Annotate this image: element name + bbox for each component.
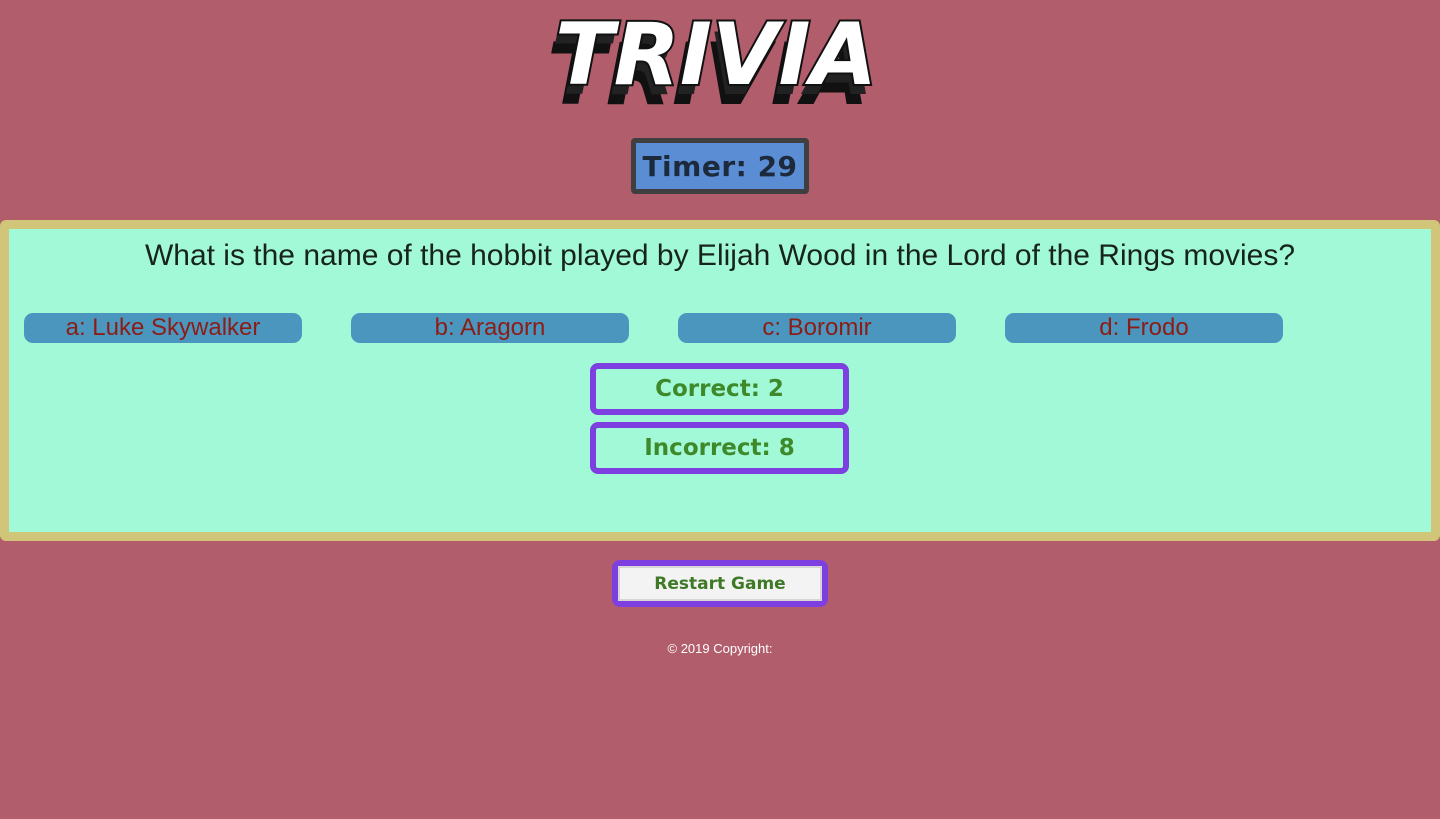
answer-button-c[interactable]: c: Boromir <box>678 313 956 343</box>
timer-display: Timer: 29 <box>631 138 809 194</box>
answer-button-a[interactable]: a: Luke Skywalker <box>24 313 302 343</box>
correct-count: Correct: 2 <box>590 363 849 415</box>
answer-button-b[interactable]: b: Aragorn <box>351 313 629 343</box>
restart-game-button[interactable]: Restart Game <box>618 566 822 601</box>
correct-label: Correct: 2 <box>655 376 784 402</box>
question-panel: What is the name of the hobbit played by… <box>0 220 1440 541</box>
answer-button-d[interactable]: d: Frodo <box>1005 313 1283 343</box>
trivia-logo-text: TRIVIA <box>555 18 877 105</box>
restart-button-frame: Restart Game <box>612 560 828 607</box>
trivia-logo: TRIVIA TRIVIA TRIVIA <box>515 18 917 122</box>
timer-label: Timer: 29 <box>642 149 798 183</box>
incorrect-label: Incorrect: 8 <box>644 435 795 461</box>
incorrect-count: Incorrect: 8 <box>590 422 849 474</box>
copyright-footer: © 2019 Copyright: <box>667 641 773 656</box>
question-text: What is the name of the hobbit played by… <box>144 239 1296 272</box>
trivia-page: TRIVIA TRIVIA TRIVIA Timer: 29 What is t… <box>0 0 1440 819</box>
